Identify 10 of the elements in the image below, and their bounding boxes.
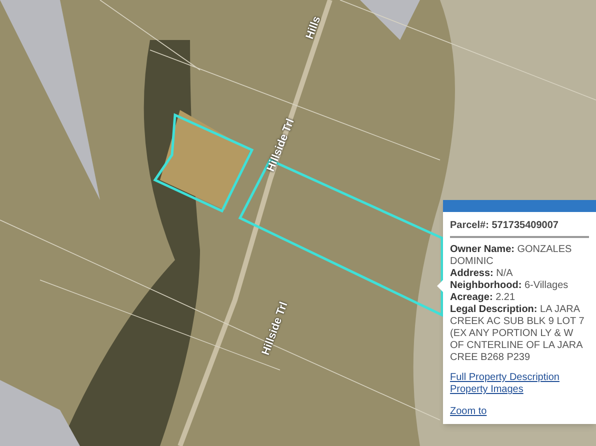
road-label: Hills [302,14,324,42]
field-text: Owner Name: GONZALES DOMINIC [450,244,573,268]
property-link[interactable]: Property Images [450,384,524,396]
field-text: Address: N/A [450,268,514,280]
zoom-link[interactable]: Zoom to [450,406,487,418]
field-text: Legal Description: LA JARA CREEK AC SUB BLK 9 LOT 7 (EX ANY PORTION LY & W OF CNTERLINE OF LA JARA CREE B268 P239 [450,304,586,364]
field-text: Acreage: 2.21 [450,292,516,304]
field-text: Neighborhood: 6-Villages [450,280,570,292]
property-link[interactable]: Full Property Description [450,372,560,384]
parcel-number: Parcel#: 571735409007 [450,220,589,238]
